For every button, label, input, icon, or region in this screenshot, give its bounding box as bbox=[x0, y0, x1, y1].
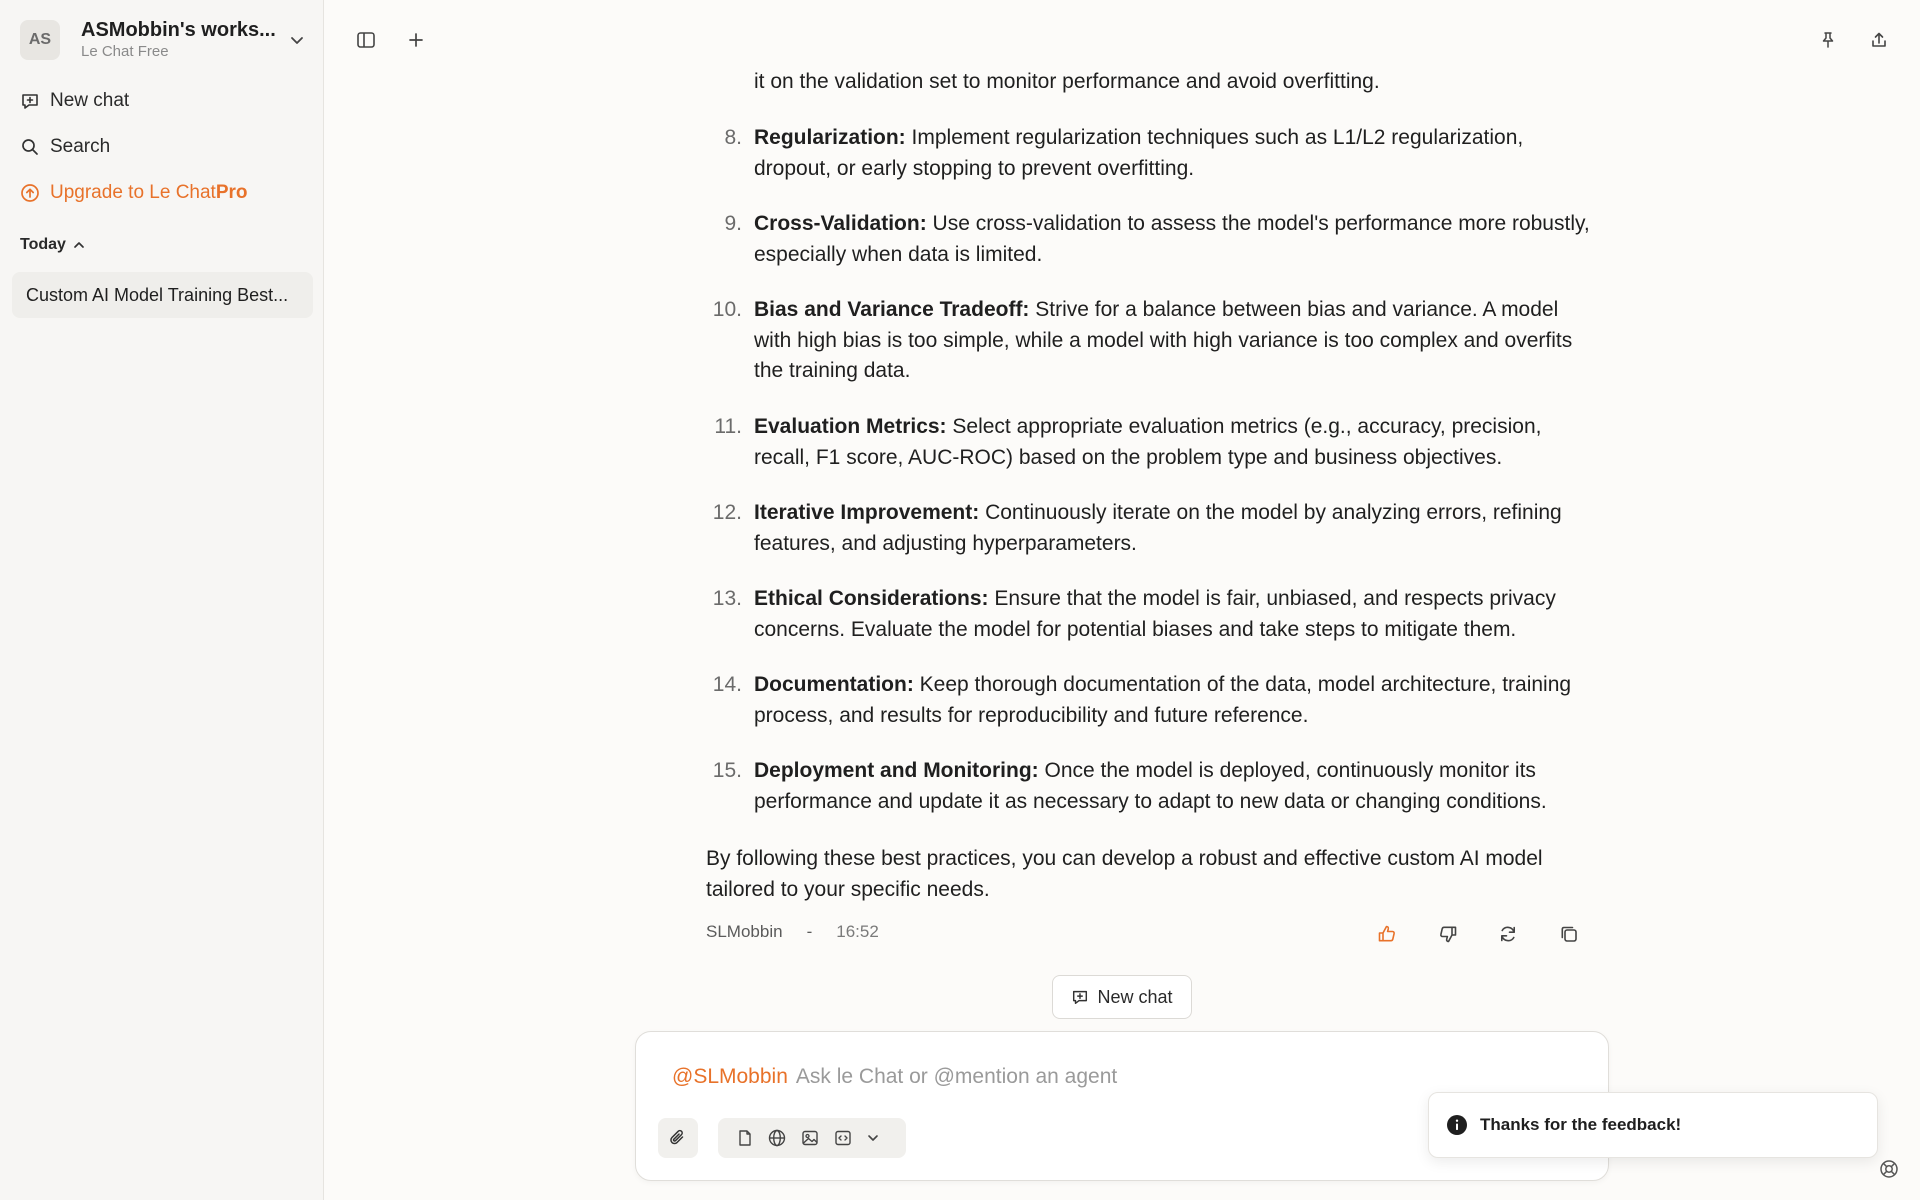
chat-input[interactable]: @SLMobbin Ask le Chat or @mention an agen… bbox=[672, 1065, 1117, 1089]
list-item-title: Iterative Improvement: bbox=[754, 501, 980, 524]
pin-icon[interactable] bbox=[1814, 26, 1842, 54]
toggle-sidebar-icon[interactable] bbox=[352, 26, 380, 54]
upgrade-button[interactable]: Upgrade to Le Chat Pro bbox=[20, 177, 248, 209]
list-item-title: Regularization: bbox=[754, 126, 906, 149]
new-chat-icon bbox=[1073, 990, 1088, 1005]
upgrade-icon bbox=[21, 184, 39, 202]
thumbs-down-icon[interactable] bbox=[1433, 919, 1463, 949]
message-partial-line: it on the validation set to monitor perf… bbox=[754, 70, 1380, 93]
sidebar: AS ASMobbin's works... Le Chat Free New … bbox=[0, 0, 324, 1200]
list-item-number: 15. bbox=[712, 759, 742, 782]
list-item-title: Evaluation Metrics: bbox=[754, 415, 947, 438]
new-chat-pill-button[interactable]: New chat bbox=[1052, 975, 1192, 1019]
new-chat-button[interactable]: New chat bbox=[20, 85, 129, 117]
conversation-item[interactable]: Custom AI Model Training Best... bbox=[12, 272, 313, 318]
list-item: 11. Evaluation Metrics: Select appropria… bbox=[706, 412, 1596, 473]
message-meta: SLMobbin - 16:52 bbox=[706, 922, 879, 942]
plus-icon[interactable] bbox=[402, 26, 430, 54]
chat-input-placeholder: Ask le Chat or @mention an agent bbox=[795, 1065, 1118, 1088]
info-icon bbox=[1447, 1115, 1467, 1135]
chevron-down-icon[interactable] bbox=[286, 29, 308, 51]
new-chat-label: New chat bbox=[50, 90, 130, 111]
list-item-title: Deployment and Monitoring: bbox=[754, 759, 1039, 782]
avatar: AS bbox=[20, 20, 60, 60]
list-item-number: 12. bbox=[712, 501, 742, 524]
copy-icon[interactable] bbox=[1554, 919, 1584, 949]
feedback-toast: Thanks for the feedback! bbox=[1428, 1092, 1878, 1158]
list-item: 14. Documentation: Keep thorough documen… bbox=[706, 670, 1596, 731]
section-today[interactable]: Today bbox=[20, 236, 86, 254]
help-icon[interactable] bbox=[1877, 1157, 1901, 1181]
list-item-number: 8. bbox=[724, 126, 742, 149]
workspace-name: ASMobbin's works... bbox=[81, 19, 276, 41]
list-item: 8. Regularization: Implement regularizat… bbox=[706, 123, 1596, 184]
list-item: 9. Cross-Validation: Use cross-validatio… bbox=[706, 209, 1596, 270]
message-author: SLMobbin bbox=[706, 922, 783, 941]
meta-separator: - bbox=[806, 922, 813, 941]
share-icon[interactable] bbox=[1865, 26, 1893, 54]
toast-text: Thanks for the feedback! bbox=[1480, 1115, 1682, 1134]
regenerate-icon[interactable] bbox=[1493, 919, 1523, 949]
paperclip-icon bbox=[670, 1129, 684, 1145]
thumbs-up-icon[interactable] bbox=[1372, 919, 1402, 949]
section-today-label: Today bbox=[20, 236, 66, 253]
list-item: 10. Bias and Variance Tradeoff: Strive f… bbox=[706, 295, 1596, 387]
workspace-plan: Le Chat Free bbox=[81, 43, 169, 60]
code-icon[interactable] bbox=[833, 1128, 853, 1148]
agent-mention[interactable]: @SLMobbin bbox=[672, 1065, 788, 1088]
image-icon[interactable] bbox=[800, 1128, 820, 1148]
list-item-title: Ethical Considerations: bbox=[754, 587, 989, 610]
attach-button[interactable] bbox=[658, 1118, 698, 1158]
chevron-down-icon[interactable] bbox=[866, 1131, 880, 1145]
list-item-number: 14. bbox=[712, 673, 742, 696]
list-item: 12. Iterative Improvement: Continuously … bbox=[706, 498, 1596, 559]
document-icon[interactable] bbox=[736, 1129, 754, 1147]
list-item-title: Cross-Validation: bbox=[754, 212, 927, 235]
list-item: 13. Ethical Considerations: Ensure that … bbox=[706, 584, 1596, 645]
list-item-title: Documentation: bbox=[754, 673, 914, 696]
chevron-up-icon bbox=[74, 242, 84, 248]
tools-bar bbox=[718, 1118, 906, 1158]
workspace-switcher[interactable]: AS ASMobbin's works... Le Chat Free bbox=[20, 19, 308, 61]
search-icon bbox=[22, 139, 38, 155]
new-chat-pill-label: New chat bbox=[1097, 986, 1173, 1007]
upgrade-pro-label: Pro bbox=[215, 182, 248, 203]
upgrade-label: Upgrade to Le Chat bbox=[50, 182, 216, 203]
list-item-number: 13. bbox=[712, 587, 742, 610]
new-chat-icon bbox=[22, 94, 38, 109]
message-time: 16:52 bbox=[836, 922, 879, 941]
globe-icon[interactable] bbox=[767, 1128, 787, 1148]
search-button[interactable]: Search bbox=[20, 131, 110, 163]
list-item: 15. Deployment and Monitoring: Once the … bbox=[706, 756, 1596, 817]
message-closing: By following these best practices, you c… bbox=[706, 847, 1543, 901]
list-item-number: 11. bbox=[714, 415, 742, 438]
list-item-number: 9. bbox=[724, 212, 742, 235]
list-item-number: 10. bbox=[712, 298, 742, 321]
list-item-title: Bias and Variance Tradeoff: bbox=[754, 298, 1030, 321]
search-label: Search bbox=[50, 136, 111, 157]
